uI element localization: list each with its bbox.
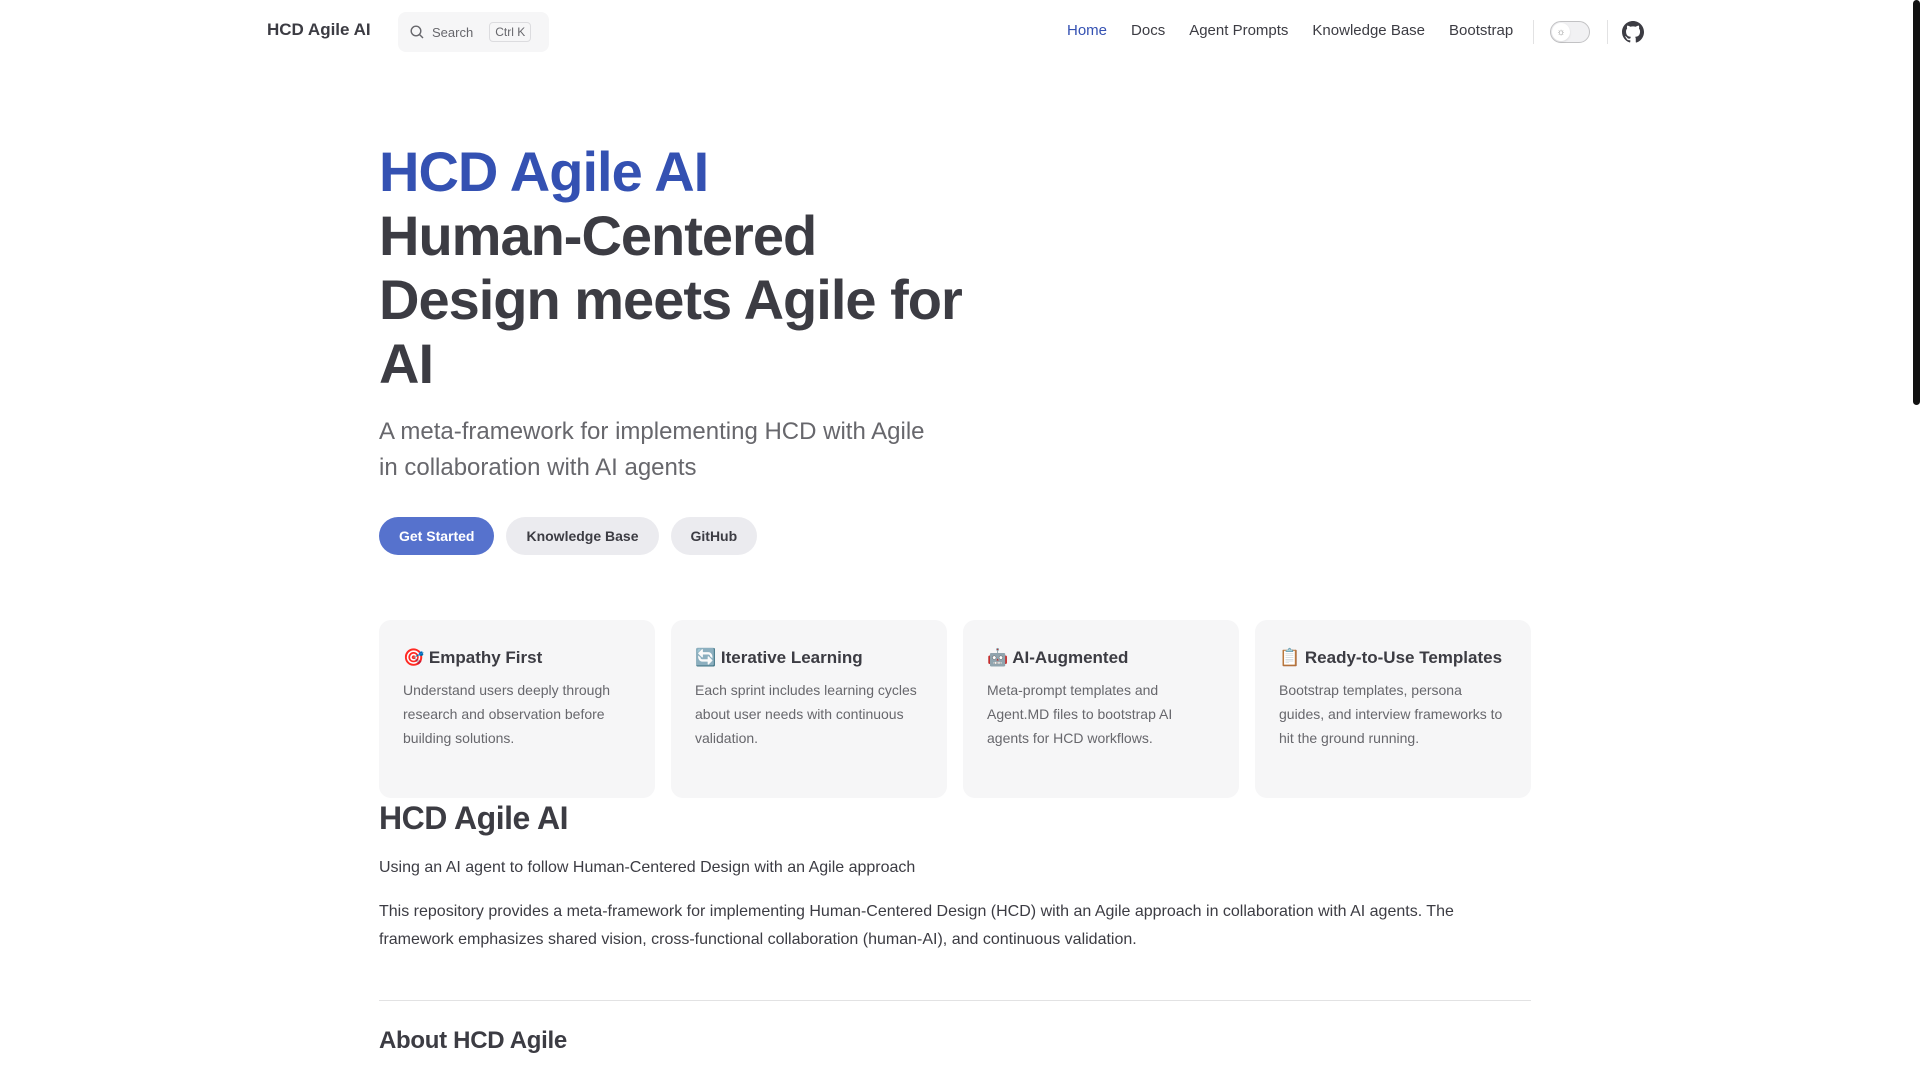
sun-icon: ☼: [1552, 23, 1570, 41]
feature-title: Iterative Learning: [720, 648, 863, 667]
github-link[interactable]: [1622, 21, 1645, 48]
feature-card: 🔄 Iterative Learning Each sprint includes…: [671, 620, 947, 798]
doc-content: HCD Agile AI Using an AI agent to follow…: [379, 796, 1531, 1057]
nav-link-docs[interactable]: Docs: [1131, 22, 1165, 39]
nav-link-agent-prompts[interactable]: Agent Prompts: [1189, 22, 1288, 39]
robot-icon: 🤖: [987, 648, 1009, 667]
feature-details: Each sprint includes learning cycles abo…: [695, 682, 917, 746]
scrollbar-thumb[interactable]: [1913, 0, 1920, 405]
hero-name: HCD Agile AI: [379, 140, 709, 203]
scrollbar[interactable]: [1912, 0, 1920, 1080]
site-logo[interactable]: HCD Agile AI: [267, 20, 371, 40]
hero-text: Human-Centered Design meets Agile for AI: [379, 204, 963, 395]
search-shortcut: Ctrl K: [489, 22, 532, 42]
nav-link-home[interactable]: Home: [1067, 22, 1107, 39]
knowledge-base-button[interactable]: Knowledge Base: [506, 517, 659, 555]
features: 🎯 Empathy First Understand users deeply t…: [379, 620, 1531, 798]
feature-details: Bootstrap templates, persona guides, and…: [1279, 682, 1503, 746]
feature-card: 🎯 Empathy First Understand users deeply t…: [379, 620, 655, 798]
content-divider: [379, 1000, 1531, 1001]
feature-card: 🤖 AI-Augmented Meta-prompt templates and …: [963, 620, 1239, 798]
about-heading: About HCD Agile: [379, 1027, 567, 1054]
repeat-icon: 🔄: [695, 648, 717, 667]
hero: HCD Agile AI Human-Centered Design meets…: [379, 140, 979, 486]
hero-tagline: A meta-framework for implementing HCD wi…: [379, 418, 925, 481]
nav-divider: [1607, 20, 1608, 44]
feature-title: Ready-to-Use Templates: [1304, 648, 1503, 667]
content-heading: HCD Agile AI: [379, 800, 568, 836]
github-button[interactable]: GitHub: [670, 517, 758, 555]
search-icon: [410, 25, 424, 39]
search-label: Search: [432, 24, 474, 40]
nav-link-bootstrap[interactable]: Bootstrap: [1449, 22, 1513, 39]
clipboard-icon: 📋: [1279, 648, 1301, 667]
nav-divider: [1533, 20, 1534, 44]
feature-details: Meta-prompt templates and Agent.MD files…: [987, 682, 1173, 746]
theme-toggle[interactable]: ☼: [1550, 21, 1590, 43]
feature-title: AI-Augmented: [1012, 648, 1129, 667]
content-description: This repository provides a meta-framewor…: [379, 903, 1454, 948]
content-intro: Using an AI agent to follow Human-Center…: [379, 859, 916, 876]
github-icon: [1622, 21, 1645, 43]
top-nav: HCD Agile AI Search Ctrl K Home Docs Age…: [0, 0, 1912, 64]
search-button[interactable]: Search Ctrl K: [398, 12, 549, 52]
nav-link-knowledge-base[interactable]: Knowledge Base: [1312, 22, 1425, 39]
feature-details: Understand users deeply through research…: [403, 682, 611, 746]
get-started-button[interactable]: Get Started: [379, 517, 495, 555]
feature-card: 📋 Ready-to-Use Templates Bootstrap templa…: [1255, 620, 1531, 798]
target-icon: 🎯: [403, 648, 425, 667]
feature-title: Empathy First: [428, 648, 543, 667]
